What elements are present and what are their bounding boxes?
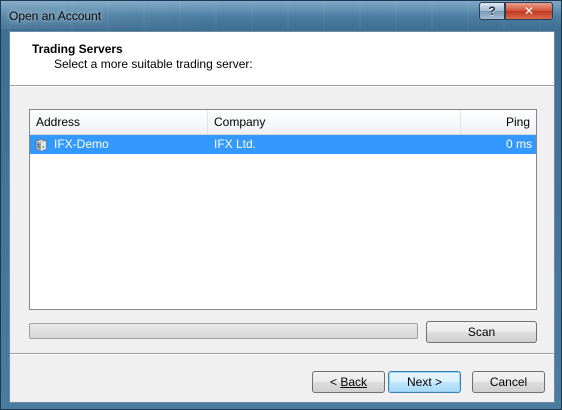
column-header-address[interactable]: Address (30, 110, 208, 134)
column-header-company[interactable]: Company (208, 110, 461, 134)
wizard-client-area: Trading Servers Select a more suitable t… (9, 31, 555, 403)
page-title: Trading Servers (32, 42, 123, 56)
help-icon: ? (488, 4, 496, 18)
column-header-ping[interactable]: Ping (461, 110, 536, 134)
cell-ping: 0 ms (505, 137, 532, 151)
cell-company: IFX Ltd. (214, 137, 257, 151)
wizard-header: Trading Servers Select a more suitable t… (10, 32, 554, 86)
close-button[interactable]: ✕ (505, 2, 553, 20)
scan-progress-bar (29, 323, 418, 339)
scan-button-label: Scan (467, 325, 496, 339)
title-bar[interactable]: Open an Account ? ✕ (1, 1, 561, 29)
open-account-window: Open an Account ? ✕ Trading Servers Sele… (0, 0, 562, 410)
next-button[interactable]: Next > (388, 371, 461, 393)
next-button-label: Next > (406, 375, 442, 389)
back-button-label: < Back (329, 375, 368, 389)
page-subtitle: Select a more suitable trading server: (54, 57, 253, 71)
cell-address: IFX-Demo (34, 135, 208, 154)
footer-divider (10, 353, 554, 354)
help-button[interactable]: ? (479, 2, 505, 20)
servers-list[interactable]: Address Company Ping IFX-Demo IFX Ltd. 0… (29, 109, 537, 310)
back-button[interactable]: < Back (312, 371, 385, 393)
cancel-button[interactable]: Cancel (472, 371, 545, 393)
cancel-button-label: Cancel (489, 375, 528, 389)
scan-button[interactable]: Scan (426, 321, 537, 343)
server-address: IFX-Demo (54, 137, 109, 151)
close-icon: ✕ (523, 4, 535, 18)
server-icon (34, 138, 48, 152)
table-row[interactable]: IFX-Demo IFX Ltd. 0 ms (30, 135, 536, 154)
header-divider (10, 86, 554, 87)
window-title: Open an Account (9, 9, 102, 23)
list-header: Address Company Ping (30, 110, 536, 135)
